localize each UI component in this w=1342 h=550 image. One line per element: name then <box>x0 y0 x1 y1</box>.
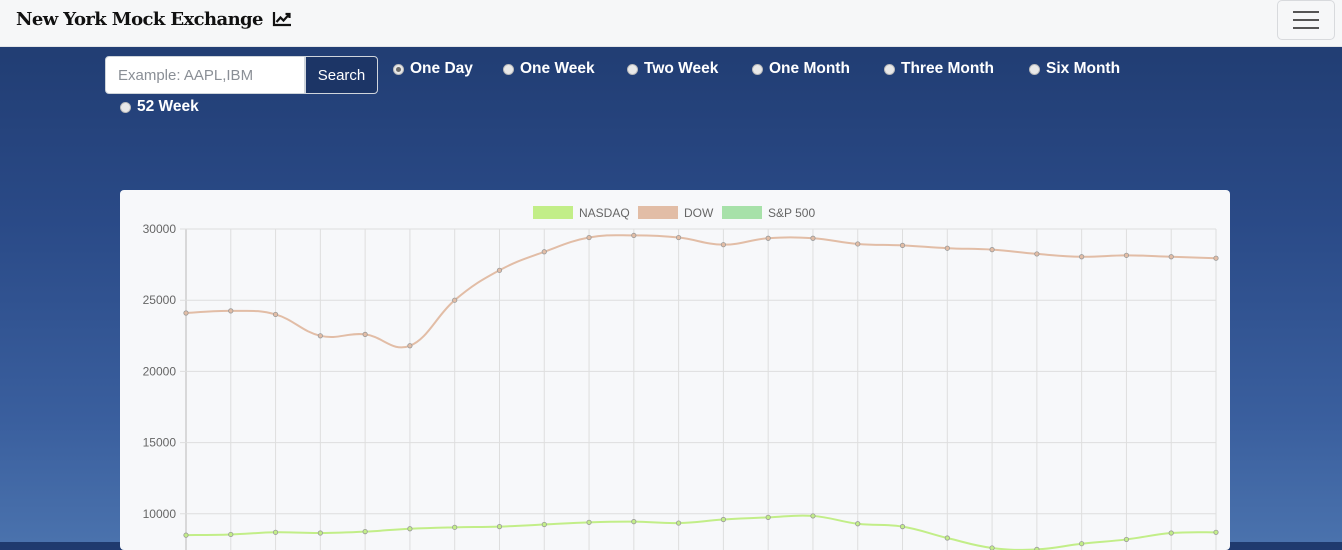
range-option-52-week[interactable]: 52 Week <box>120 97 199 117</box>
brand-title: New York Mock Exchange <box>16 8 264 30</box>
dow-data-point[interactable] <box>317 333 323 339</box>
y-tick-label: 20000 <box>143 364 177 378</box>
legend-label[interactable]: S&P 500 <box>768 206 815 220</box>
hamburger-menu-icon <box>1293 11 1319 29</box>
radio-button[interactable] <box>752 63 763 75</box>
nasdaq-data-point[interactable] <box>944 535 950 541</box>
dow-data-point[interactable] <box>496 267 503 273</box>
nasdaq-data-point[interactable] <box>586 519 592 525</box>
range-option-one-week[interactable]: One Week <box>503 59 595 79</box>
legend-swatch <box>722 206 762 219</box>
range-label: Three Month <box>901 60 994 77</box>
chart-line-icon <box>272 11 293 27</box>
dow-data-point[interactable] <box>676 234 682 241</box>
y-tick-label: 10000 <box>143 507 177 521</box>
range-option-six-month[interactable]: Six Month <box>1029 59 1120 79</box>
dow-data-point[interactable] <box>1079 254 1085 260</box>
dow-data-point[interactable] <box>855 241 861 247</box>
dow-data-point[interactable] <box>765 235 771 241</box>
legend-label[interactable]: DOW <box>684 206 714 220</box>
brand-link[interactable]: New York Mock Exchange <box>16 7 293 31</box>
nasdaq-series-line <box>185 514 1217 550</box>
index-chart-card: 30000 25000 20000 15000 10000 NASDAQ DOW S&P 50… <box>120 190 1230 550</box>
legend-swatch <box>638 206 678 219</box>
top-navbar: New York Mock Exchange <box>0 0 1342 47</box>
dow-data-point[interactable] <box>989 247 995 253</box>
radio-button[interactable] <box>884 63 895 75</box>
range-option-three-month[interactable]: Three Month <box>884 59 994 79</box>
nasdaq-data-point[interactable] <box>765 514 771 520</box>
dow-data-point[interactable] <box>1168 254 1174 260</box>
dow-data-point[interactable] <box>944 245 950 251</box>
nasdaq-data-point[interactable] <box>272 529 279 535</box>
nasdaq-data-point[interactable] <box>362 528 368 535</box>
dow-data-point[interactable] <box>228 308 234 314</box>
nasdaq-data-point[interactable] <box>1213 529 1219 535</box>
nasdaq-data-point[interactable] <box>810 513 816 519</box>
search-button[interactable]: Search <box>305 56 378 94</box>
y-tick-label: 15000 <box>143 436 177 450</box>
dow-data-point[interactable] <box>720 242 726 248</box>
dow-data-point[interactable] <box>899 242 906 248</box>
radio-button[interactable] <box>503 63 514 75</box>
nasdaq-data-point[interactable] <box>676 520 682 526</box>
dow-data-point[interactable] <box>1213 255 1219 261</box>
nasdaq-data-point[interactable] <box>631 519 637 525</box>
index-line-chart: 30000 25000 20000 15000 10000 NASDAQ DOW S&P 50… <box>143 206 1219 550</box>
nasdaq-data-point[interactable] <box>452 524 458 530</box>
nasdaq-data-point[interactable] <box>496 524 503 530</box>
nasdaq-data-point[interactable] <box>720 516 726 523</box>
range-label: One Month <box>769 60 850 77</box>
nasdaq-data-point[interactable] <box>183 532 189 538</box>
dow-data-point[interactable] <box>810 235 816 241</box>
dow-data-point[interactable] <box>631 232 637 239</box>
dow-data-point[interactable] <box>407 343 413 349</box>
radio-button[interactable] <box>1029 63 1040 75</box>
legend-label[interactable]: NASDAQ <box>579 206 630 220</box>
nasdaq-data-point[interactable] <box>407 526 413 532</box>
dow-data-point[interactable] <box>452 297 458 303</box>
range-option-one-day[interactable]: One Day <box>393 59 473 79</box>
ticker-search-input[interactable] <box>105 56 305 94</box>
nasdaq-data-point[interactable] <box>1123 536 1130 543</box>
range-label: 52 Week <box>137 98 199 115</box>
radio-button[interactable] <box>120 101 131 113</box>
nasdaq-data-point[interactable] <box>1168 530 1174 536</box>
radio-button[interactable] <box>627 63 638 75</box>
dow-data-point[interactable] <box>1034 251 1040 257</box>
nasdaq-data-point[interactable] <box>855 521 861 527</box>
range-label: One Week <box>520 60 595 77</box>
range-label: Two Week <box>644 60 719 77</box>
range-option-one-month[interactable]: One Month <box>752 59 850 79</box>
dow-data-point[interactable] <box>183 310 189 316</box>
range-label: Six Month <box>1046 60 1121 77</box>
legend-swatch <box>533 206 573 219</box>
dow-data-point[interactable] <box>362 331 368 337</box>
nasdaq-data-point[interactable] <box>541 521 547 528</box>
dow-data-point[interactable] <box>541 249 547 255</box>
dow-data-point[interactable] <box>272 311 279 318</box>
dow-series-line <box>185 234 1217 349</box>
nasdaq-data-point[interactable] <box>899 524 906 530</box>
y-tick-label: 30000 <box>143 222 177 236</box>
range-label: One Day <box>410 60 473 77</box>
nasdaq-data-point[interactable] <box>989 545 995 550</box>
dow-data-point[interactable] <box>1123 252 1130 258</box>
dow-data-point[interactable] <box>586 234 592 241</box>
menu-toggle-button[interactable] <box>1277 0 1335 40</box>
nasdaq-data-point[interactable] <box>1079 541 1085 547</box>
range-option-two-week[interactable]: Two Week <box>627 59 718 79</box>
nasdaq-data-point[interactable] <box>228 531 234 538</box>
radio-button[interactable] <box>393 63 404 75</box>
nasdaq-data-point[interactable] <box>317 530 323 536</box>
y-tick-label: 25000 <box>143 293 177 307</box>
